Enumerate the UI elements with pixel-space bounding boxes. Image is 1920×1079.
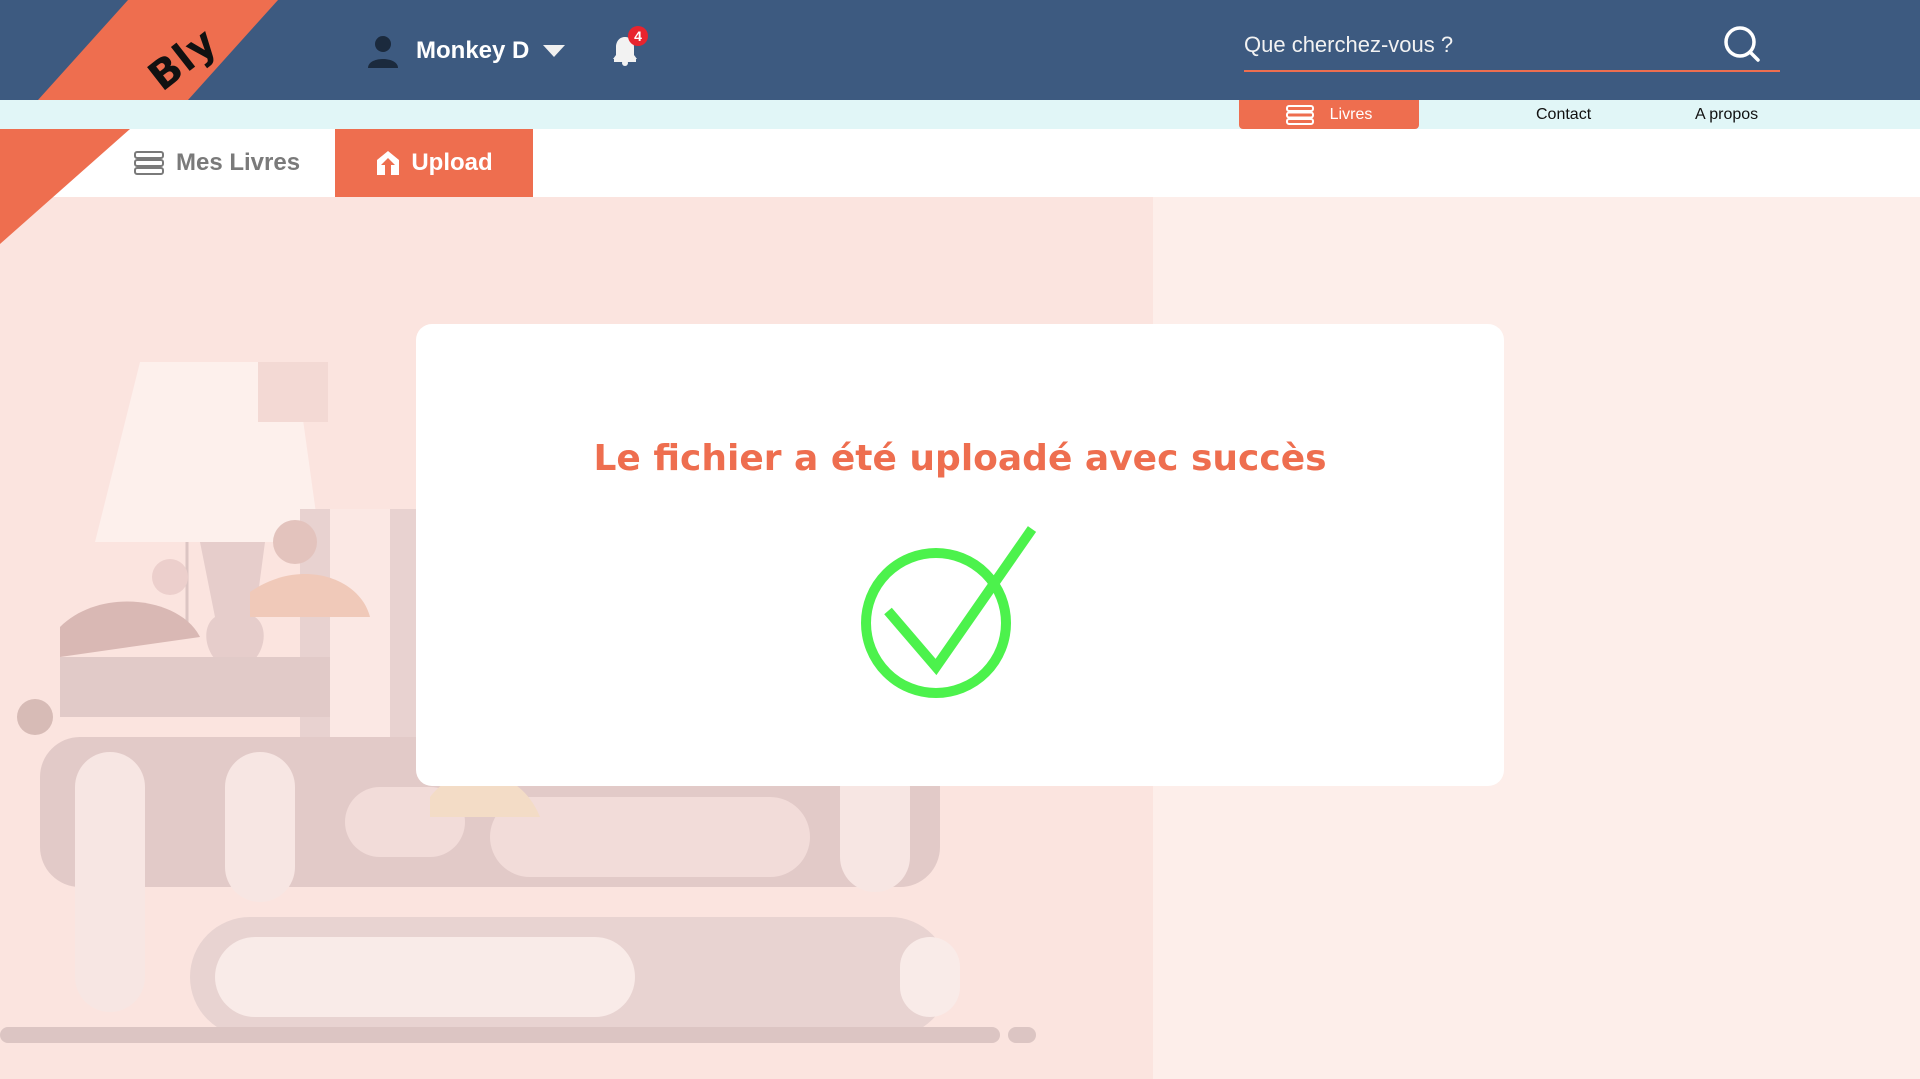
books-icon	[1285, 104, 1314, 125]
tab-upload-label: Upload	[411, 149, 493, 176]
corner-ribbon	[0, 129, 130, 244]
success-message: Le fichier a été uploadé avec succès	[593, 438, 1327, 479]
chevron-down-icon	[543, 45, 566, 57]
search-icon[interactable]	[1722, 24, 1762, 64]
success-modal: Le fichier a été uploadé avec succès	[416, 324, 1504, 786]
tab-mes-livres-label: Mes Livres	[176, 149, 301, 176]
search-bar	[1244, 18, 1780, 72]
search-input[interactable]	[1244, 28, 1704, 62]
user-menu[interactable]: Monkey D	[366, 34, 566, 68]
check-circle-icon	[861, 526, 1037, 698]
nav-item-contact[interactable]: Contact	[1536, 100, 1591, 129]
notification-badge: 4	[628, 26, 648, 46]
upload-icon	[377, 151, 400, 175]
nav-livres-label: Livres	[1329, 106, 1373, 123]
tab-mes-livres[interactable]: Mes Livres	[134, 129, 300, 197]
nav-item-a-propos[interactable]: A propos	[1695, 100, 1758, 129]
top-header: Bly Monkey D 4	[0, 0, 1920, 100]
nav-item-livres[interactable]: Livres	[1239, 100, 1419, 129]
books-icon	[134, 151, 164, 175]
secondary-nav: Livres Contact A propos	[0, 100, 1920, 129]
user-name: Monkey D	[416, 37, 530, 64]
tab-upload[interactable]: Upload	[335, 129, 533, 197]
user-icon	[368, 36, 398, 68]
